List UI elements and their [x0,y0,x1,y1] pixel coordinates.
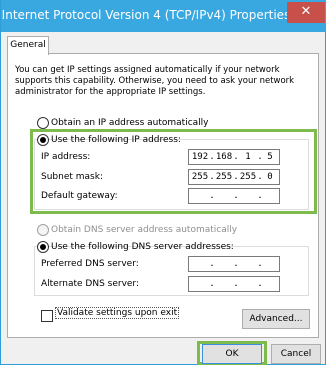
dialog-window: Internet Protocol Version 4 (TCP/IPv4) P… [0,0,326,365]
advanced-button[interactable]: Advanced... [242,309,310,329]
window-title: Internet Protocol Version 4 (TCP/IPv4) P… [1,8,291,22]
preferred-dns-input[interactable]: . . . [188,256,280,272]
dot: . [257,279,263,289]
close-button[interactable]: ✕ [287,2,325,23]
dot: . [257,259,263,269]
preferred-dns-label: Preferred DNS server: [41,259,139,269]
obtain-dns-auto-label: Obtain DNS server address automatically [51,225,238,235]
dot: . [209,279,215,289]
title-bar[interactable]: Internet Protocol Version 4 (TCP/IPv4) P… [1,0,326,32]
validate-checkbox[interactable] [41,310,53,322]
ok-button[interactable]: OK [202,344,262,364]
ip-section-highlight [30,129,317,214]
use-dns-radio-row[interactable]: Use the following DNS server addresses: [37,240,234,254]
dot: . [233,259,239,269]
description-text: You can get IP settings assigned automat… [15,65,295,97]
validate-checkbox-label[interactable]: Validate settings upon exit [55,307,180,319]
dot: . [209,259,215,269]
tab-general[interactable]: General [7,36,49,55]
alternate-dns-input[interactable]: . . . [188,276,280,292]
obtain-dns-auto-radio[interactable] [37,224,49,236]
alternate-dns-label: Alternate DNS server: [41,279,140,289]
cancel-button[interactable]: Cancel [271,344,321,364]
obtain-ip-auto-radio[interactable] [37,117,49,129]
use-dns-radio[interactable] [37,241,49,253]
use-dns-label: Use the following DNS server addresses: [51,242,234,252]
close-icon: ✕ [300,4,312,19]
obtain-ip-auto-label: Obtain an IP address automatically [51,118,209,128]
dot: . [233,279,239,289]
